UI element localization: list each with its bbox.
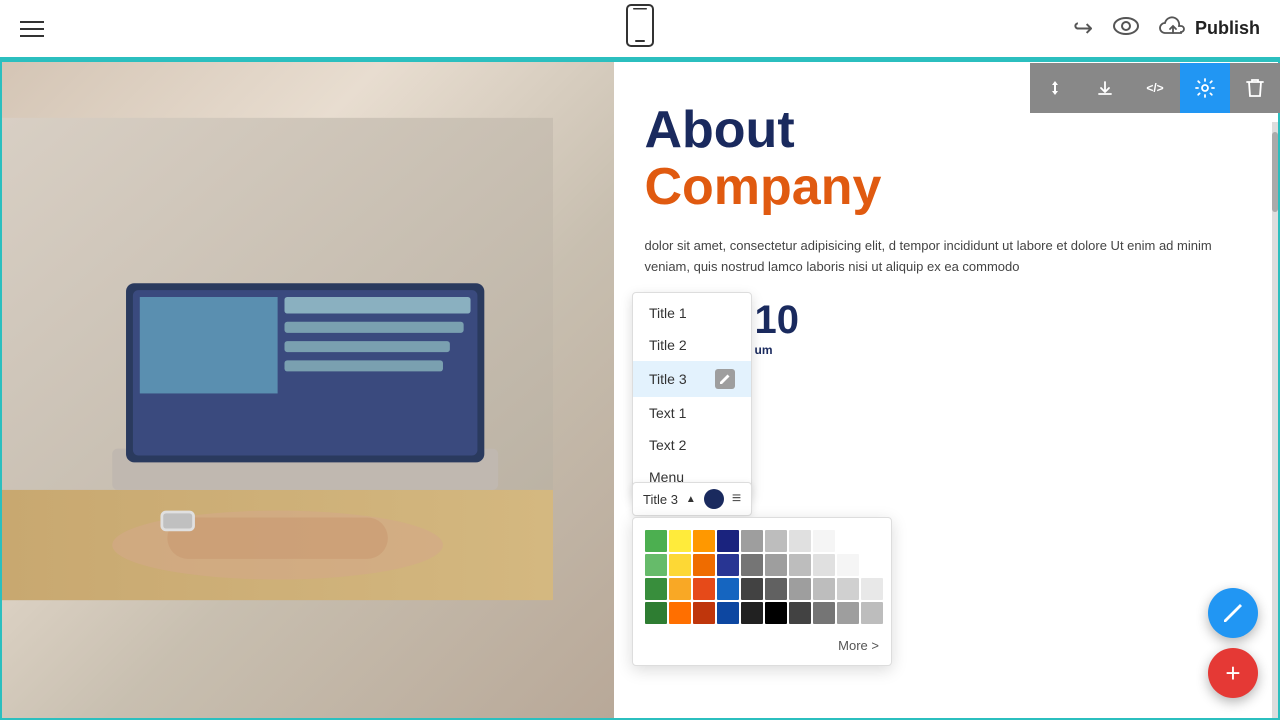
hamburger-menu[interactable] bbox=[20, 21, 44, 37]
color-swatch-31[interactable] bbox=[669, 602, 691, 624]
scroll-thumb bbox=[1272, 132, 1278, 212]
color-swatch-28[interactable] bbox=[837, 578, 859, 600]
dropdown-title1[interactable]: Title 1 bbox=[633, 297, 751, 329]
color-swatch-15[interactable] bbox=[765, 554, 787, 576]
move-section-button[interactable] bbox=[1030, 63, 1080, 113]
delete-button[interactable] bbox=[1230, 63, 1280, 113]
color-swatch-29[interactable] bbox=[861, 578, 883, 600]
color-swatch-20[interactable] bbox=[645, 578, 667, 600]
style-bar-label: Title 3 bbox=[643, 492, 678, 507]
color-swatch-12[interactable] bbox=[693, 554, 715, 576]
fab-edit-button[interactable] bbox=[1208, 588, 1258, 638]
hamburger-line3 bbox=[20, 35, 44, 37]
color-swatch-21[interactable] bbox=[669, 578, 691, 600]
color-swatch-18[interactable] bbox=[837, 554, 859, 576]
color-swatch-11[interactable] bbox=[669, 554, 691, 576]
stat-item-2: 10 um bbox=[755, 298, 800, 357]
color-swatch-4[interactable] bbox=[741, 530, 763, 552]
color-swatch-3[interactable] bbox=[717, 530, 739, 552]
top-toolbar: ↩ Publish bbox=[0, 0, 1280, 60]
stat2-label: um bbox=[755, 343, 800, 357]
color-swatch-19[interactable] bbox=[861, 554, 883, 576]
color-swatch-17[interactable] bbox=[813, 554, 835, 576]
edit-icon bbox=[715, 369, 735, 389]
color-swatch-25[interactable] bbox=[765, 578, 787, 600]
color-swatch-22[interactable] bbox=[693, 578, 715, 600]
scroll-indicator bbox=[1272, 122, 1278, 718]
color-swatch-32[interactable] bbox=[693, 602, 715, 624]
color-swatch-6[interactable] bbox=[789, 530, 811, 552]
color-swatch-33[interactable] bbox=[717, 602, 739, 624]
color-swatch-23[interactable] bbox=[717, 578, 739, 600]
top-bar-left bbox=[20, 21, 44, 37]
color-swatch-5[interactable] bbox=[765, 530, 787, 552]
dropdown-text1[interactable]: Text 1 bbox=[633, 397, 751, 429]
style-bar: Title 3 ▲ ≡ bbox=[632, 482, 752, 516]
dropdown-title3[interactable]: Title 3 bbox=[633, 361, 751, 397]
dropdown-menu: Title 1 Title 2 Title 3 Text 1 Text 2 Me… bbox=[632, 292, 752, 498]
top-bar-center bbox=[625, 3, 655, 55]
chevron-up-icon: ▲ bbox=[686, 494, 696, 505]
color-swatch-9[interactable] bbox=[861, 530, 883, 552]
color-swatch-30[interactable] bbox=[645, 602, 667, 624]
color-dot[interactable] bbox=[704, 489, 724, 509]
code-button[interactable]: </> bbox=[1130, 63, 1180, 113]
color-swatch-35[interactable] bbox=[765, 602, 787, 624]
align-icon[interactable]: ≡ bbox=[732, 490, 741, 508]
color-swatch-2[interactable] bbox=[693, 530, 715, 552]
color-swatch-7[interactable] bbox=[813, 530, 835, 552]
color-swatch-14[interactable] bbox=[741, 554, 763, 576]
color-swatch-36[interactable] bbox=[789, 602, 811, 624]
download-button[interactable] bbox=[1080, 63, 1130, 113]
fab-add-icon: + bbox=[1225, 660, 1240, 686]
undo-icon[interactable]: ↩ bbox=[1073, 14, 1093, 43]
more-colors-button[interactable]: More > bbox=[645, 634, 879, 653]
settings-button[interactable] bbox=[1180, 63, 1230, 113]
color-grid bbox=[645, 530, 879, 624]
color-swatch-27[interactable] bbox=[813, 578, 835, 600]
fab-add-button[interactable]: + bbox=[1208, 648, 1258, 698]
color-picker: More > bbox=[632, 517, 892, 666]
color-swatch-16[interactable] bbox=[789, 554, 811, 576]
publish-label: Publish bbox=[1195, 18, 1260, 39]
mobile-preview-icon[interactable] bbox=[625, 3, 655, 55]
publish-cloud-icon bbox=[1159, 15, 1187, 43]
company-heading: Company bbox=[644, 159, 1248, 216]
hamburger-line2 bbox=[20, 28, 44, 30]
color-swatch-24[interactable] bbox=[741, 578, 763, 600]
color-swatch-10[interactable] bbox=[645, 554, 667, 576]
color-swatch-0[interactable] bbox=[645, 530, 667, 552]
secondary-toolbar: </> bbox=[1030, 63, 1280, 113]
color-swatch-39[interactable] bbox=[861, 602, 883, 624]
color-swatch-38[interactable] bbox=[837, 602, 859, 624]
dropdown-title2[interactable]: Title 2 bbox=[633, 329, 751, 361]
canvas-area: About Company dolor sit amet, consectetu… bbox=[0, 60, 1280, 720]
dropdown-text2[interactable]: Text 2 bbox=[633, 429, 751, 461]
preview-eye-icon[interactable] bbox=[1113, 16, 1139, 42]
color-swatch-13[interactable] bbox=[717, 554, 739, 576]
body-text: dolor sit amet, consectetur adipisicing … bbox=[644, 236, 1248, 278]
color-swatch-1[interactable] bbox=[669, 530, 691, 552]
color-swatch-37[interactable] bbox=[813, 602, 835, 624]
hamburger-line1 bbox=[20, 21, 44, 23]
stat2-number: 10 bbox=[755, 298, 800, 343]
left-image bbox=[2, 62, 614, 720]
publish-button[interactable]: Publish bbox=[1159, 15, 1260, 43]
color-swatch-26[interactable] bbox=[789, 578, 811, 600]
color-swatch-8[interactable] bbox=[837, 530, 859, 552]
color-swatch-34[interactable] bbox=[741, 602, 763, 624]
top-bar-right: ↩ Publish bbox=[1073, 14, 1260, 43]
